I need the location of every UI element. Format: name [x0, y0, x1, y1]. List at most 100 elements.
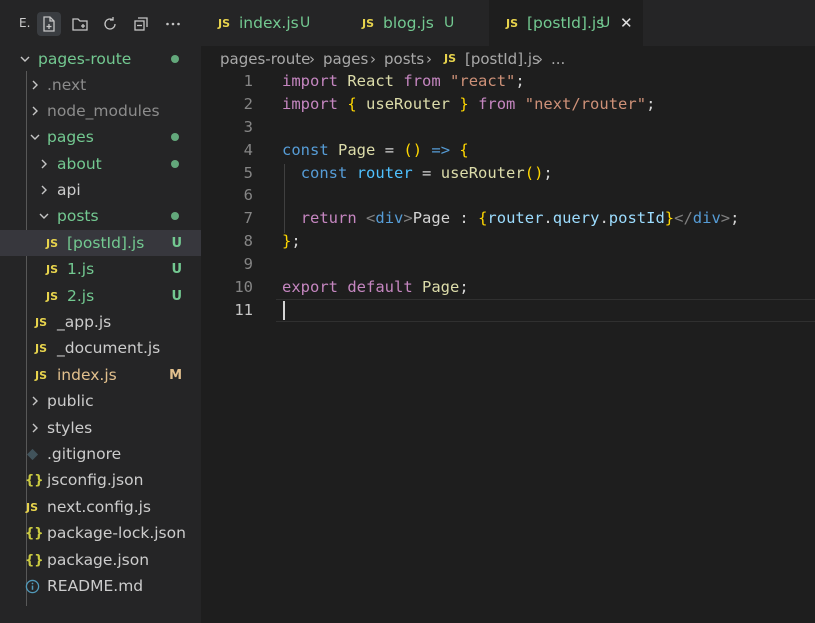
tree-folder-api[interactable]: api	[0, 177, 201, 203]
more-icon[interactable]	[161, 12, 185, 36]
tab-label: blog.js	[383, 14, 434, 32]
tree-label: .gitignore	[47, 445, 122, 463]
tree-label: api	[57, 181, 81, 199]
tab-postid-js[interactable]: JS [postId].js U ✕	[489, 0, 643, 46]
tree-folder-pages[interactable]: pages	[0, 124, 201, 150]
tree-file-postid[interactable]: JS [postId].js U	[0, 230, 201, 256]
editor-tabs: JS index.js U JS blog.js U JS [postId].j…	[201, 0, 815, 46]
tree-label: package-lock.json	[47, 524, 186, 542]
chevron-right-icon: ›	[309, 50, 315, 68]
breadcrumb: pages-route › pages › posts › JS [postId…	[201, 46, 815, 72]
tree-folder-posts[interactable]: posts	[0, 203, 201, 229]
code-editor[interactable]: 1 2 3 4 5 6 7 8 9 10 11 import React fro…	[201, 72, 815, 623]
collapse-all-icon[interactable]	[129, 12, 153, 36]
tree-folder-node-modules[interactable]: node_modules	[0, 98, 201, 124]
tree-file-1[interactable]: JS 1.js U	[0, 256, 201, 282]
tree-label: _app.js	[57, 313, 112, 331]
tree-folder-root[interactable]: pages-route	[0, 46, 201, 72]
json-file-icon: {}	[25, 525, 44, 541]
breadcrumb-item[interactable]: ...	[551, 50, 565, 68]
tree-folder-styles[interactable]: styles	[0, 415, 201, 441]
line-number: 1	[243, 72, 253, 90]
status-dot	[171, 212, 179, 220]
git-status-badge: U	[171, 235, 182, 251]
status-dot	[171, 55, 179, 63]
tree-folder-public[interactable]: public	[0, 388, 201, 414]
tree-file-next-config[interactable]: JS next.config.js	[0, 494, 201, 520]
tree-label: public	[47, 392, 94, 410]
tree-label: index.js	[57, 366, 117, 384]
line-number: 2	[243, 95, 253, 113]
tree-label: 2.js	[67, 287, 95, 305]
tree-label: _document.js	[57, 339, 161, 357]
tree-file-document[interactable]: JS _document.js	[0, 335, 201, 361]
js-file-icon: JS	[35, 341, 48, 355]
tab-index-js[interactable]: JS index.js U	[201, 0, 345, 46]
breadcrumb-item[interactable]: posts	[384, 50, 424, 68]
tree-file-package-lock[interactable]: {} package-lock.json	[0, 520, 201, 546]
tree-file-app[interactable]: JS _app.js	[0, 309, 201, 335]
chevron-down-icon	[39, 213, 49, 219]
code-line: };	[282, 232, 301, 250]
js-file-icon: JS	[35, 368, 48, 382]
tree-label: styles	[47, 419, 93, 437]
js-file-icon: JS	[46, 236, 59, 250]
tree-file-readme[interactable]: README.md	[0, 573, 201, 599]
status-dot	[171, 133, 179, 141]
new-folder-icon[interactable]	[68, 12, 92, 36]
tree-label: next.config.js	[47, 498, 152, 516]
tree-folder-about[interactable]: about	[0, 151, 201, 177]
tab-label: index.js	[239, 14, 299, 32]
code-line: const Page = () => {	[282, 141, 469, 159]
chevron-right-icon: ›	[370, 50, 376, 68]
new-file-icon[interactable]	[37, 12, 61, 36]
current-line-highlight	[276, 299, 815, 322]
code-line: import { useRouter } from "next/router";	[282, 95, 656, 113]
git-status-badge: M	[169, 367, 182, 383]
line-number: 7	[243, 209, 253, 227]
tree-file-package[interactable]: {} package.json	[0, 547, 201, 573]
tree-label: about	[57, 155, 102, 173]
chevron-down-icon	[20, 56, 30, 62]
git-status-badge: U	[444, 15, 455, 31]
tree-file-jsconfig[interactable]: {} jsconfig.json	[0, 467, 201, 493]
json-file-icon: {}	[25, 472, 44, 488]
chevron-right-icon	[32, 423, 38, 433]
explorer-title: E.	[19, 16, 31, 30]
tree-file-2[interactable]: JS 2.js U	[0, 283, 201, 309]
chevron-right-icon	[41, 159, 47, 169]
line-number: 9	[243, 255, 253, 273]
tree-folder-next[interactable]: .next	[0, 72, 201, 98]
chevron-right-icon: ›	[426, 50, 432, 68]
git-icon	[26, 448, 39, 460]
chevron-right-icon	[32, 396, 38, 406]
tree-label: node_modules	[47, 102, 160, 120]
line-number: 10	[234, 278, 253, 296]
info-icon	[25, 579, 40, 593]
git-status-badge: U	[171, 288, 182, 304]
js-file-icon: JS	[506, 16, 519, 30]
line-number: 4	[243, 141, 253, 159]
line-number: 8	[243, 232, 253, 250]
text-cursor	[283, 301, 285, 320]
indent-guide	[284, 164, 285, 233]
tree-label: 1.js	[67, 260, 95, 278]
tree-label: .next	[47, 76, 87, 94]
tree-file-gitignore[interactable]: .gitignore	[0, 441, 201, 467]
refresh-icon[interactable]	[98, 12, 122, 36]
tree-label: package.json	[47, 551, 150, 569]
tab-blog-js[interactable]: JS blog.js U	[345, 0, 489, 46]
js-file-icon: JS	[26, 500, 39, 514]
js-file-icon: JS	[362, 16, 375, 30]
git-status-badge: U	[300, 15, 311, 31]
breadcrumb-item[interactable]: pages	[323, 50, 368, 68]
close-icon[interactable]: ✕	[620, 14, 633, 32]
breadcrumb-item[interactable]: [postId].js	[465, 50, 540, 68]
tab-label: [postId].js	[527, 14, 605, 32]
tree-file-index[interactable]: JS index.js M	[0, 362, 201, 388]
tree-label: README.md	[47, 577, 144, 595]
breadcrumb-item[interactable]: pages-route	[220, 50, 310, 68]
js-file-icon: JS	[218, 16, 231, 30]
line-number: 5	[243, 164, 253, 182]
chevron-right-icon	[41, 185, 47, 195]
